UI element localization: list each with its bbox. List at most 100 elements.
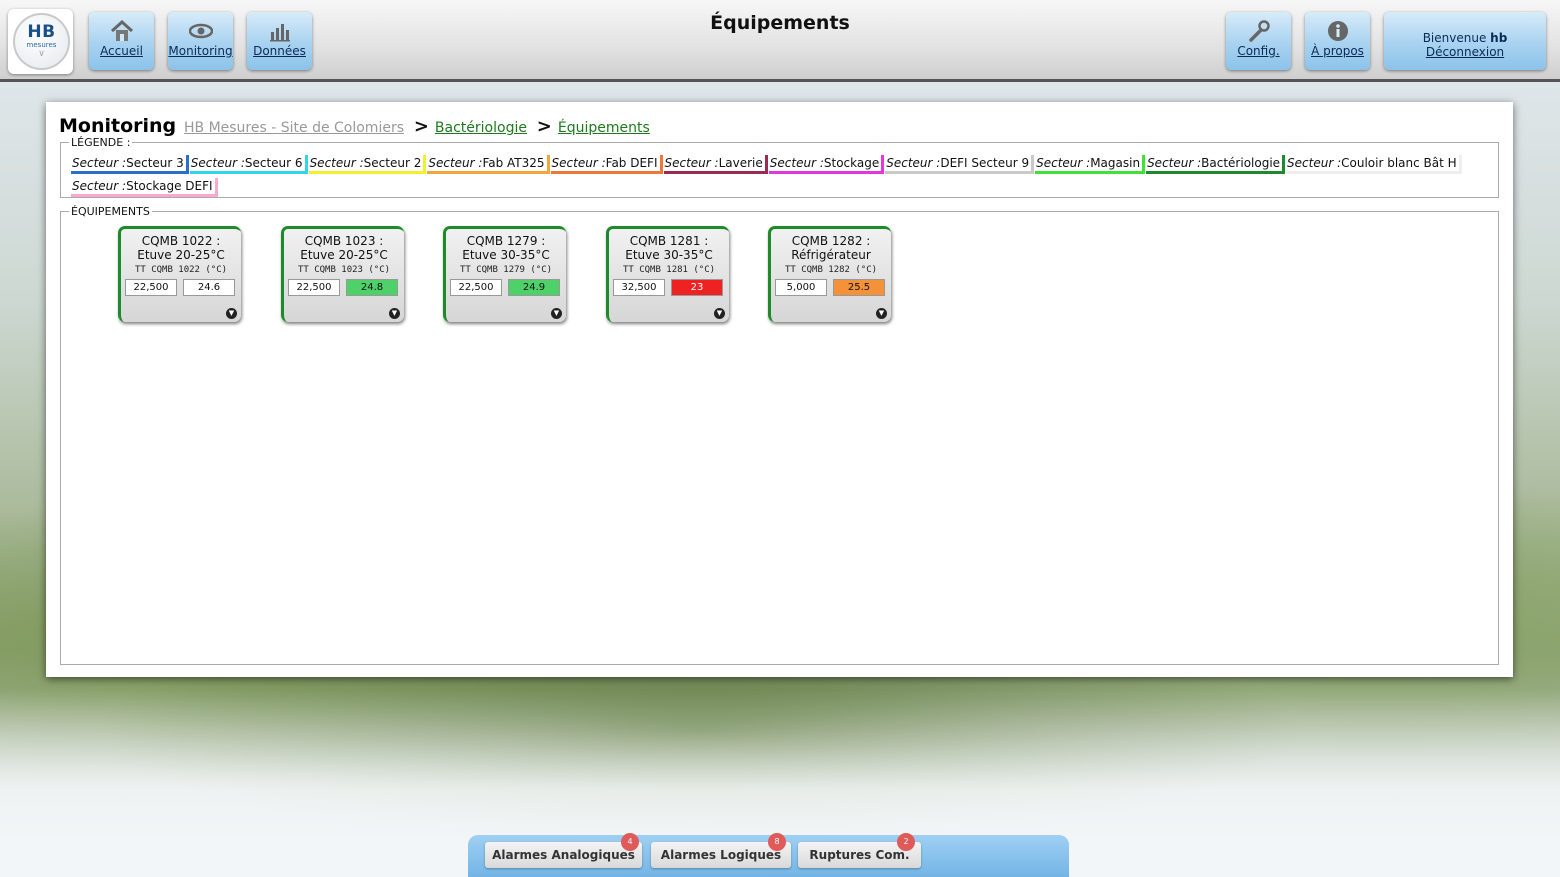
equipment-type: Etuve 20-25°C: [137, 248, 225, 262]
legend-item: Secteur :Laverie: [663, 155, 768, 174]
alarm-bar: Alarmes Analogiques 4 Alarmes Logiques 8…: [468, 833, 1069, 877]
legend-item: Secteur :Secteur 2: [308, 155, 427, 174]
legend-item: Secteur :Stockage: [768, 155, 885, 174]
nav-apropos-button[interactable]: À propos: [1305, 12, 1370, 70]
logout-link[interactable]: Déconnexion: [1384, 45, 1546, 59]
legend-item-prefix: Secteur :: [769, 156, 824, 170]
top-header: HB mesures ∨ Accueil Monitoring Données …: [0, 0, 1560, 82]
sensor-label: TT CQMB 1281 (°C): [622, 265, 716, 275]
legend-item-prefix: Secteur :: [664, 156, 719, 170]
expand-chevron-icon[interactable]: ▼: [226, 308, 237, 319]
legend-item: Secteur :Couloir blanc Bât H: [1286, 155, 1462, 174]
legend-item-name: Fab AT325: [482, 156, 545, 170]
threshold-value: 32,500: [613, 279, 665, 296]
username: hb: [1490, 31, 1508, 45]
equipment-id: CQMB 1023 :: [304, 234, 384, 248]
alarmes-analogiques-count-badge: 4: [621, 833, 639, 851]
equipment-name: CQMB 1022 : Etuve 20-25°C: [121, 234, 241, 262]
breadcrumb-bacteriologie-link[interactable]: Bactériologie: [435, 120, 527, 136]
current-value: 24.8: [346, 279, 398, 296]
equipment-card[interactable]: CQMB 1279 : Etuve 30-35°C TT CQMB 1279 (°C…: [443, 226, 566, 322]
sensor-label: TT CQMB 1279 (°C): [459, 265, 553, 275]
legend-item-name: DEFI Secteur 9: [940, 156, 1030, 170]
wrench-icon: [1248, 20, 1270, 42]
alarmes-logiques-label: Alarmes Logiques: [660, 848, 782, 862]
legend-items: Secteur :Secteur 3 Secteur :Secteur 6 Sect…: [71, 155, 1471, 201]
equipment-card[interactable]: CQMB 1022 : Etuve 20-25°C TT CQMB 1022 (°C…: [118, 226, 241, 322]
ruptures-com-button[interactable]: Ruptures Com. 2: [798, 833, 921, 868]
sensor-values: 22,500 24.6: [125, 279, 237, 296]
threshold-value: 22,500: [125, 279, 177, 296]
legend-item-prefix: Secteur :: [1147, 156, 1202, 170]
expand-chevron-icon[interactable]: ▼: [876, 308, 887, 319]
equipment-card[interactable]: CQMB 1281 : Etuve 30-35°C TT CQMB 1281 (°C…: [606, 226, 729, 322]
legend-item-name: Stockage DEFI: [126, 179, 213, 193]
legend-item-prefix: Secteur :: [72, 156, 127, 170]
sensor-label: TT CQMB 1023 (°C): [297, 265, 391, 275]
alarmes-analogiques-button[interactable]: Alarmes Analogiques 4: [485, 833, 642, 868]
legend-item: Secteur :Fab AT325: [427, 155, 550, 174]
expand-chevron-icon[interactable]: ▼: [551, 308, 562, 319]
legend-item-name: Secteur 3: [126, 156, 184, 170]
logo-subtext: mesures: [26, 41, 57, 49]
user-box: Bienvenue hb Déconnexion: [1384, 12, 1546, 70]
current-value: 25.5: [833, 279, 885, 296]
equipment-id: CQMB 1279 :: [466, 234, 546, 248]
equipment-card[interactable]: CQMB 1023 : Etuve 20-25°C TT CQMB 1023 (°C…: [281, 226, 404, 322]
equipment-id: CQMB 1281 :: [629, 234, 709, 248]
equipment-type: Réfrigérateur: [791, 248, 871, 262]
legend-item-prefix: Secteur :: [428, 156, 483, 170]
legend-item-prefix: Secteur :: [886, 156, 941, 170]
equipment-name: CQMB 1282 : Réfrigérateur: [771, 234, 891, 262]
ruptures-com-label: Ruptures Com.: [809, 848, 910, 862]
equipment-name: CQMB 1023 : Etuve 20-25°C: [284, 234, 404, 262]
equipment-name: CQMB 1279 : Etuve 30-35°C: [446, 234, 566, 262]
sensor-values: 22,500 24.9: [450, 279, 562, 296]
expand-chevron-icon[interactable]: ▼: [714, 308, 725, 319]
alarmes-logiques-button[interactable]: Alarmes Logiques 8: [651, 833, 791, 868]
nav-config-button[interactable]: Config.: [1226, 12, 1291, 70]
breadcrumb-site-link[interactable]: HB Mesures - Site de Colomiers: [184, 120, 404, 136]
main-panel: Monitoring HB Mesures - Site de Colomier…: [46, 102, 1513, 677]
equipment-card[interactable]: CQMB 1282 : Réfrigérateur TT CQMB 1282 (°C…: [768, 226, 891, 322]
sensor-label: TT CQMB 1282 (°C): [784, 265, 878, 275]
equipment-id: CQMB 1022 :: [141, 234, 221, 248]
legend-item-prefix: Secteur :: [190, 156, 245, 170]
legend-item-name: Couloir blanc Bât H: [1341, 156, 1457, 170]
legend-item-name: Secteur 2: [363, 156, 422, 170]
legend-item-name: Secteur 6: [244, 156, 303, 170]
threshold-value: 5,000: [775, 279, 827, 296]
legend-item-name: Magasin: [1090, 156, 1141, 170]
breadcrumb-separator: >: [413, 116, 429, 137]
legend-item-name: Bactériologie: [1201, 156, 1281, 170]
breadcrumb: Monitoring HB Mesures - Site de Colomier…: [59, 115, 650, 137]
current-value: 24.9: [508, 279, 560, 296]
breadcrumb-equipements-link[interactable]: Équipements: [558, 120, 650, 136]
equipments-title: ÉQUIPEMENTS: [71, 205, 150, 218]
logo-chevron-icon: ∨: [38, 49, 45, 59]
legend-item-name: Fab DEFI: [605, 156, 658, 170]
legend-item-prefix: Secteur :: [1287, 156, 1342, 170]
equipment-type: Etuve 30-35°C: [625, 248, 713, 262]
legend-title: LÉGENDE :: [71, 136, 131, 149]
equipment-type: Etuve 30-35°C: [462, 248, 550, 262]
legend-item: Secteur :Fab DEFI: [550, 155, 663, 174]
legend-item: Secteur :Stockage DEFI: [71, 178, 218, 197]
legend-item: Secteur :Magasin: [1035, 155, 1146, 174]
expand-chevron-icon[interactable]: ▼: [389, 308, 400, 319]
nav-donnees-label: Données: [253, 44, 306, 58]
ruptures-com-count-badge: 2: [897, 833, 915, 851]
legend-item-prefix: Secteur :: [309, 156, 364, 170]
legend-item: Secteur :Bactériologie: [1146, 155, 1286, 174]
welcome-text: Bienvenue hb: [1384, 31, 1546, 45]
breadcrumb-separator: >: [536, 116, 552, 137]
sensor-values: 32,500 23: [613, 279, 725, 296]
info-icon: [1327, 21, 1348, 41]
threshold-value: 22,500: [450, 279, 502, 296]
legend-item-prefix: Secteur :: [72, 179, 127, 193]
legend-item: Secteur :DEFI Secteur 9: [885, 155, 1035, 174]
legend-item: Secteur :Secteur 3: [71, 155, 189, 174]
nav-config-label: Config.: [1237, 44, 1280, 58]
sensor-values: 22,500 24.8: [288, 279, 400, 296]
sensor-label: TT CQMB 1022 (°C): [134, 265, 228, 275]
